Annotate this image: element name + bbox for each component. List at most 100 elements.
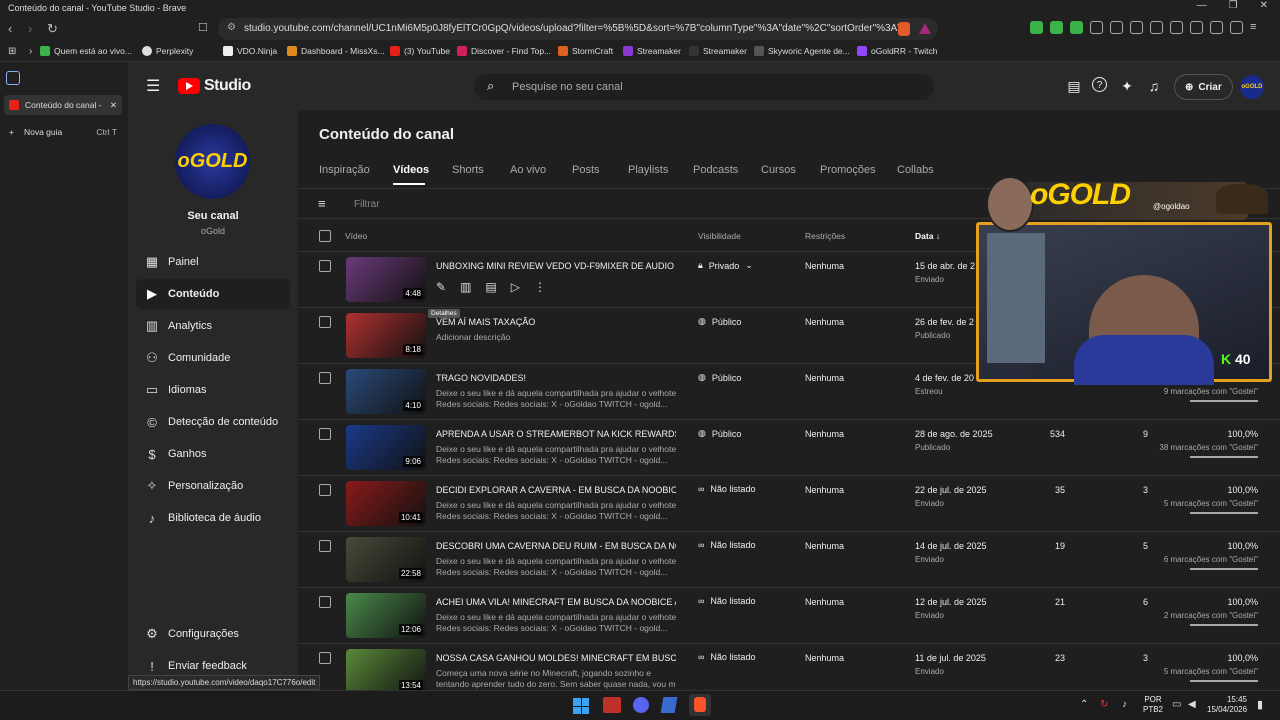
app-icon[interactable] [603, 697, 621, 713]
row-checkbox[interactable] [319, 260, 331, 272]
extension-icon[interactable] [1150, 21, 1163, 34]
channel-avatar[interactable]: oGOLD [175, 124, 250, 199]
new-tab-button[interactable]: + Nova guia Ctrl T [4, 122, 122, 142]
nav-item-configuracoes[interactable]: ⚙ Configurações [136, 619, 290, 649]
col-header-date[interactable]: Data ↓ [915, 231, 940, 241]
more-options-icon[interactable]: ⋮ [534, 280, 546, 294]
table-row[interactable]: 13:54 NOSSA CASA GANHOU MOLDES! MINECRAF… [298, 644, 1280, 690]
video-title[interactable]: APRENDA A USAR O STREAMERBOT NA KICK REW… [436, 429, 676, 439]
url-bar[interactable]: ⚙ studio.youtube.com/channel/UC1nMi6M5p0… [218, 18, 938, 40]
tab-cursos[interactable]: Cursos [761, 164, 796, 176]
nav-item-deteccao[interactable]: © Detecção de conteúdo [136, 407, 290, 437]
tab-posts[interactable]: Posts [572, 164, 600, 176]
sync-icon[interactable]: ↻ [1100, 699, 1108, 710]
nav-item-biblioteca[interactable]: ♪ Biblioteca de áudio [136, 503, 290, 533]
visibility-dropdown[interactable]: ∞ Não listado [698, 652, 755, 662]
apps-grid-icon[interactable]: ⊞ [8, 46, 16, 57]
reload-icon[interactable]: ↻ [47, 21, 58, 37]
forward-icon[interactable]: › [28, 21, 32, 36]
notification-icon[interactable]: ▮ [1257, 698, 1263, 711]
minimize-icon[interactable]: — [1197, 0, 1207, 16]
tab-shorts[interactable]: Shorts [452, 164, 484, 176]
nav-item-personalizacao[interactable]: ✧ Personalização [136, 471, 290, 501]
video-title[interactable]: VEM AÍ MAIS TAXAÇÃO [436, 317, 676, 327]
extension-icon[interactable] [1210, 21, 1223, 34]
sparkle-icon[interactable]: ✦ [1118, 77, 1136, 95]
visibility-dropdown[interactable]: ∞ Não listado [698, 484, 755, 494]
bookmark-icon[interactable]: ☐ [198, 21, 208, 34]
extension-icon[interactable] [1170, 21, 1183, 34]
nav-item-ganhos[interactable]: $ Ganhos [136, 439, 290, 469]
extension-icon[interactable] [1050, 21, 1063, 34]
chevron-up-icon[interactable]: ⌃ [1080, 699, 1088, 710]
video-title[interactable]: NOSSA CASA GANHOU MOLDES! MINECRAFT EM B… [436, 653, 676, 663]
video-title[interactable]: DECIDI EXPLORAR A CAVERNA - EM BUSCA DA … [436, 485, 676, 495]
video-title[interactable]: UNBOXING MINI REVIEW VEDO VD-F9MIXER DE … [436, 261, 676, 271]
brave-shields-icon[interactable] [898, 22, 910, 36]
volume-icon[interactable]: ◀ [1188, 699, 1196, 710]
tab-playlists[interactable]: Playlists [628, 164, 668, 176]
tab-inspiracao[interactable]: Inspiração [319, 164, 370, 176]
visibility-dropdown[interactable]: 🔒︎ Privado ⌄ [698, 260, 753, 271]
bell-icon[interactable]: ♫ [1145, 77, 1163, 95]
folder-icon[interactable]: › [29, 46, 32, 57]
extension-icon[interactable] [1110, 21, 1123, 34]
tab-ao-vivo[interactable]: Ao vivo [510, 164, 546, 176]
microphone-icon[interactable]: ♪ [1122, 699, 1127, 710]
video-thumbnail[interactable]: 4:48 [346, 257, 426, 302]
studio-logo[interactable]: Studio [178, 77, 251, 95]
extension-icon[interactable] [1070, 21, 1083, 34]
bookmark-item[interactable]: Perplexity [142, 46, 193, 56]
visibility-dropdown[interactable]: ◍ Público [698, 372, 741, 383]
nav-item-painel[interactable]: ▦ Painel [136, 247, 290, 277]
table-row[interactable]: 9:06 APRENDA A USAR O STREAMERBOT NA KIC… [298, 420, 1280, 476]
col-header-visibility[interactable]: Visibilidade [698, 231, 741, 241]
discord-icon[interactable] [633, 697, 649, 713]
row-checkbox[interactable] [319, 428, 331, 440]
create-button[interactable]: ⊕ Criar [1174, 74, 1233, 100]
edit-pencil-icon[interactable]: ✎ [436, 280, 446, 294]
row-checkbox[interactable] [319, 652, 331, 664]
nav-item-analytics[interactable]: ▥ Analytics [136, 311, 290, 341]
video-thumbnail[interactable]: 13:54 [346, 649, 426, 690]
table-row[interactable]: 12:06 ACHEI UMA VILA! MINECRAFT EM BUSCA… [298, 588, 1280, 644]
video-thumbnail[interactable]: 22:58 [346, 537, 426, 582]
bookmark-item[interactable]: Discover - Find Top... [457, 46, 551, 56]
visibility-dropdown[interactable]: ∞ Não listado [698, 540, 755, 550]
bookmark-item[interactable]: VDO.Ninja [223, 46, 277, 56]
close-icon[interactable]: ✕ [1260, 0, 1268, 16]
bookmark-item[interactable]: (3) YouTube [390, 46, 450, 56]
bookmark-item[interactable]: Quem está ao vivo... [40, 46, 132, 56]
tab-close-icon[interactable]: ✕ [110, 100, 117, 111]
row-checkbox[interactable] [319, 540, 331, 552]
visibility-dropdown[interactable]: ◍ Público [698, 316, 741, 327]
bookmark-item[interactable]: Dashboard - MissXs... [287, 46, 385, 56]
captions-icon[interactable]: ▤ [1065, 77, 1083, 95]
extension-icon[interactable] [1230, 21, 1243, 34]
nav-item-comunidade[interactable]: ⚇ Comunidade [136, 343, 290, 373]
filter-input[interactable]: Filtrar [354, 199, 380, 210]
row-checkbox[interactable] [319, 484, 331, 496]
bookmark-item[interactable]: Streamaker [623, 46, 681, 56]
brave-taskbar-icon[interactable] [689, 694, 711, 716]
hamburger-menu-icon[interactable]: ☰ [146, 76, 160, 96]
menu-icon[interactable]: ≡ [1250, 21, 1263, 34]
help-icon[interactable]: ? [1092, 77, 1107, 92]
brave-rewards-icon[interactable] [919, 23, 931, 34]
extension-icon[interactable] [1190, 21, 1203, 34]
filter-icon[interactable]: ≡ [318, 196, 326, 211]
search-input[interactable]: ⌕ Pesquise no seu canal [474, 74, 934, 100]
language-indicator[interactable]: POR PTB2 [1143, 695, 1163, 715]
nav-item-idiomas[interactable]: ▭ Idiomas [136, 375, 290, 405]
visibility-dropdown[interactable]: ◍ Público [698, 428, 741, 439]
video-title[interactable]: ACHEI UMA VILA! MINECRAFT EM BUSCA DA NO… [436, 597, 676, 607]
bookmark-item[interactable]: StormCraft [558, 46, 613, 56]
analytics-icon[interactable]: ▥ [460, 280, 471, 294]
col-header-restrictions[interactable]: Restrições [805, 231, 845, 241]
video-thumbnail[interactable]: 10:41 [346, 481, 426, 526]
table-row[interactable]: 22:58 DESCOBRI UMA CAVERNA DEU RUIM - EM… [298, 532, 1280, 588]
windows-start-icon[interactable] [573, 698, 589, 714]
video-title[interactable]: TRAGO NOVIDADES! [436, 373, 676, 383]
tab-collabs[interactable]: Collabs [897, 164, 934, 176]
table-row[interactable]: 10:41 DECIDI EXPLORAR A CAVERNA - EM BUS… [298, 476, 1280, 532]
